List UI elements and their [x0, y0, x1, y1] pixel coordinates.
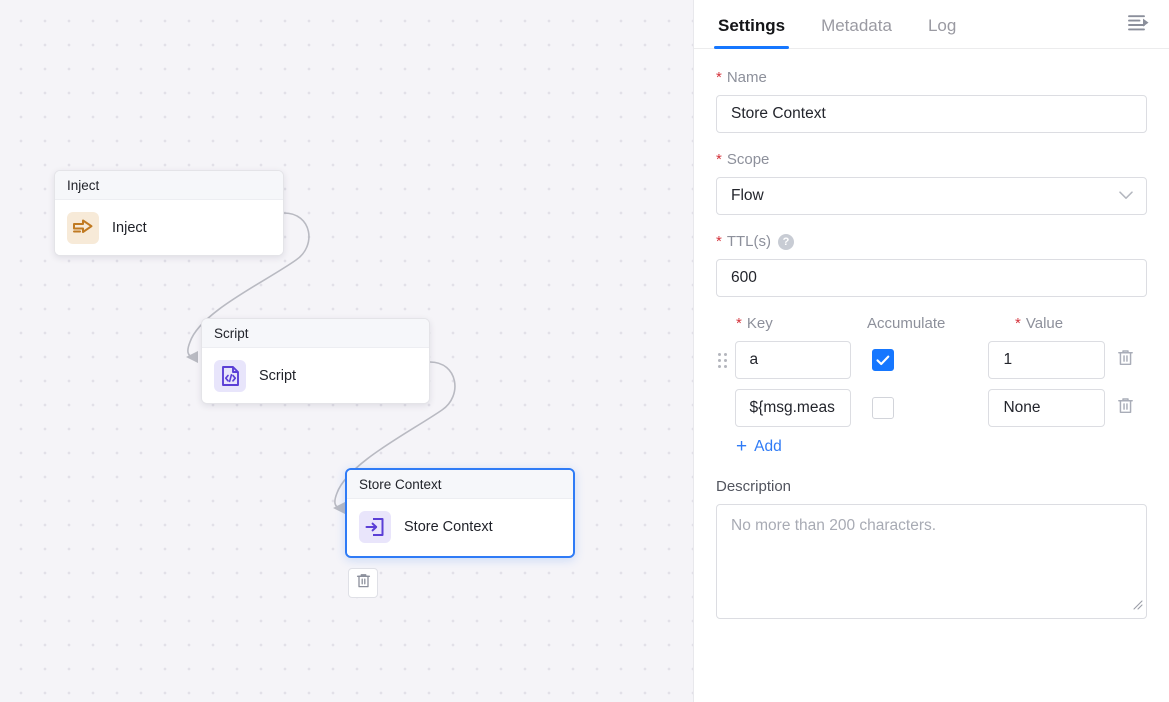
code-file-icon [214, 360, 246, 392]
required-asterisk: * [736, 316, 742, 331]
ttl-input[interactable]: 600 [716, 259, 1147, 297]
node-label-script: Script [259, 368, 296, 384]
kv-row: a 1 [716, 341, 1147, 379]
store-context-icon [359, 511, 391, 543]
kv-header-accumulate: Accumulate [867, 315, 1015, 332]
kv-value-input[interactable]: None [988, 389, 1104, 427]
required-asterisk: * [716, 234, 722, 249]
kv-header-accumulate-text: Accumulate [867, 315, 945, 332]
node-header-label: Script [214, 326, 249, 341]
kv-value-input[interactable]: 1 [988, 341, 1104, 379]
scope-select-value: Flow [731, 187, 764, 205]
kv-delete-row-button[interactable] [1105, 349, 1147, 372]
description-label: Description [716, 478, 1147, 495]
kv-header-value: * Value [1015, 315, 1139, 332]
field-name: * Name Store Context [716, 69, 1147, 133]
settings-form: * Name Store Context * Scope Flow [694, 49, 1169, 619]
name-input[interactable]: Store Context [716, 95, 1147, 133]
inject-arrow-icon [67, 212, 99, 244]
plus-icon: + [736, 437, 747, 456]
add-label: Add [754, 438, 782, 456]
node-header-label: Inject [67, 178, 99, 193]
kv-accumulate-cell [851, 349, 989, 371]
flow-node-store-context[interactable]: Store Context Store Context [345, 468, 575, 558]
resize-grip-icon[interactable] [1131, 597, 1143, 615]
field-scope: * Scope Flow [716, 151, 1147, 215]
name-input-value: Store Context [731, 105, 826, 123]
node-header-inject: Inject [55, 171, 283, 200]
node-body-store-context: Store Context [347, 499, 573, 555]
tab-settings[interactable]: Settings [716, 16, 787, 48]
tab-metadata-label: Metadata [821, 16, 892, 35]
kv-header-key-text: Key [747, 315, 773, 332]
kv-accumulate-checkbox[interactable] [872, 397, 894, 419]
node-body-script: Script [202, 348, 429, 404]
kv-row: ${msg.meas None [716, 389, 1147, 427]
kv-key-input[interactable]: ${msg.meas [735, 389, 851, 427]
scope-label: * Scope [716, 151, 1147, 168]
scope-select[interactable]: Flow [716, 177, 1147, 215]
collapse-panel-icon[interactable] [1125, 10, 1153, 36]
kv-key-value: a [750, 351, 759, 369]
settings-panel: Settings Metadata Log * Name [693, 0, 1169, 702]
ttl-input-value: 600 [731, 269, 757, 287]
field-ttl: * TTL(s) ? 600 [716, 233, 1147, 297]
required-asterisk: * [716, 152, 722, 167]
kv-value-value: 1 [1003, 351, 1012, 369]
add-kv-row-button[interactable]: + Add [736, 437, 1147, 456]
flow-canvas[interactable]: Inject Inject Script [0, 0, 693, 702]
node-header-label: Store Context [359, 477, 442, 492]
node-body-inject: Inject [55, 200, 283, 256]
required-asterisk: * [1015, 316, 1021, 331]
app-root: Inject Inject Script [0, 0, 1169, 702]
ttl-label: * TTL(s) ? [716, 233, 1147, 250]
question-mark-icon[interactable]: ? [778, 234, 794, 250]
tab-log[interactable]: Log [926, 16, 958, 48]
chevron-down-icon [1119, 187, 1133, 205]
flow-node-inject[interactable]: Inject Inject [54, 170, 284, 256]
kv-header-key: * Key [736, 315, 867, 332]
flow-node-script[interactable]: Script Script [201, 318, 430, 404]
trash-icon [356, 573, 371, 594]
kv-value-value: None [1003, 399, 1040, 417]
delete-node-button[interactable] [348, 568, 378, 598]
kv-delete-row-button[interactable] [1105, 397, 1147, 420]
trash-icon [1117, 349, 1134, 372]
tab-settings-label: Settings [718, 16, 785, 35]
required-asterisk: * [716, 70, 722, 85]
kv-table-header: * Key Accumulate * Value [716, 315, 1147, 332]
description-placeholder: No more than 200 characters. [731, 517, 936, 534]
scope-label-text: Scope [727, 151, 770, 168]
drag-handle-icon[interactable] [716, 348, 735, 372]
kv-key-value: ${msg.meas [750, 399, 835, 417]
ttl-label-text: TTL(s) [727, 233, 771, 250]
kv-key-input[interactable]: a [735, 341, 851, 379]
description-label-text: Description [716, 478, 791, 495]
panel-tabbar: Settings Metadata Log [694, 0, 1169, 49]
description-textarea[interactable]: No more than 200 characters. [716, 504, 1147, 619]
tab-log-label: Log [928, 16, 956, 35]
kv-accumulate-cell [851, 397, 989, 419]
trash-icon [1117, 397, 1134, 420]
node-label-inject: Inject [112, 220, 147, 236]
node-header-script: Script [202, 319, 429, 348]
tab-metadata[interactable]: Metadata [819, 16, 894, 48]
name-label-text: Name [727, 69, 767, 86]
kv-header-value-text: Value [1026, 315, 1063, 332]
kv-accumulate-checkbox[interactable] [872, 349, 894, 371]
name-label: * Name [716, 69, 1147, 86]
node-header-store-context: Store Context [347, 470, 573, 499]
node-label-store-context: Store Context [404, 519, 493, 535]
